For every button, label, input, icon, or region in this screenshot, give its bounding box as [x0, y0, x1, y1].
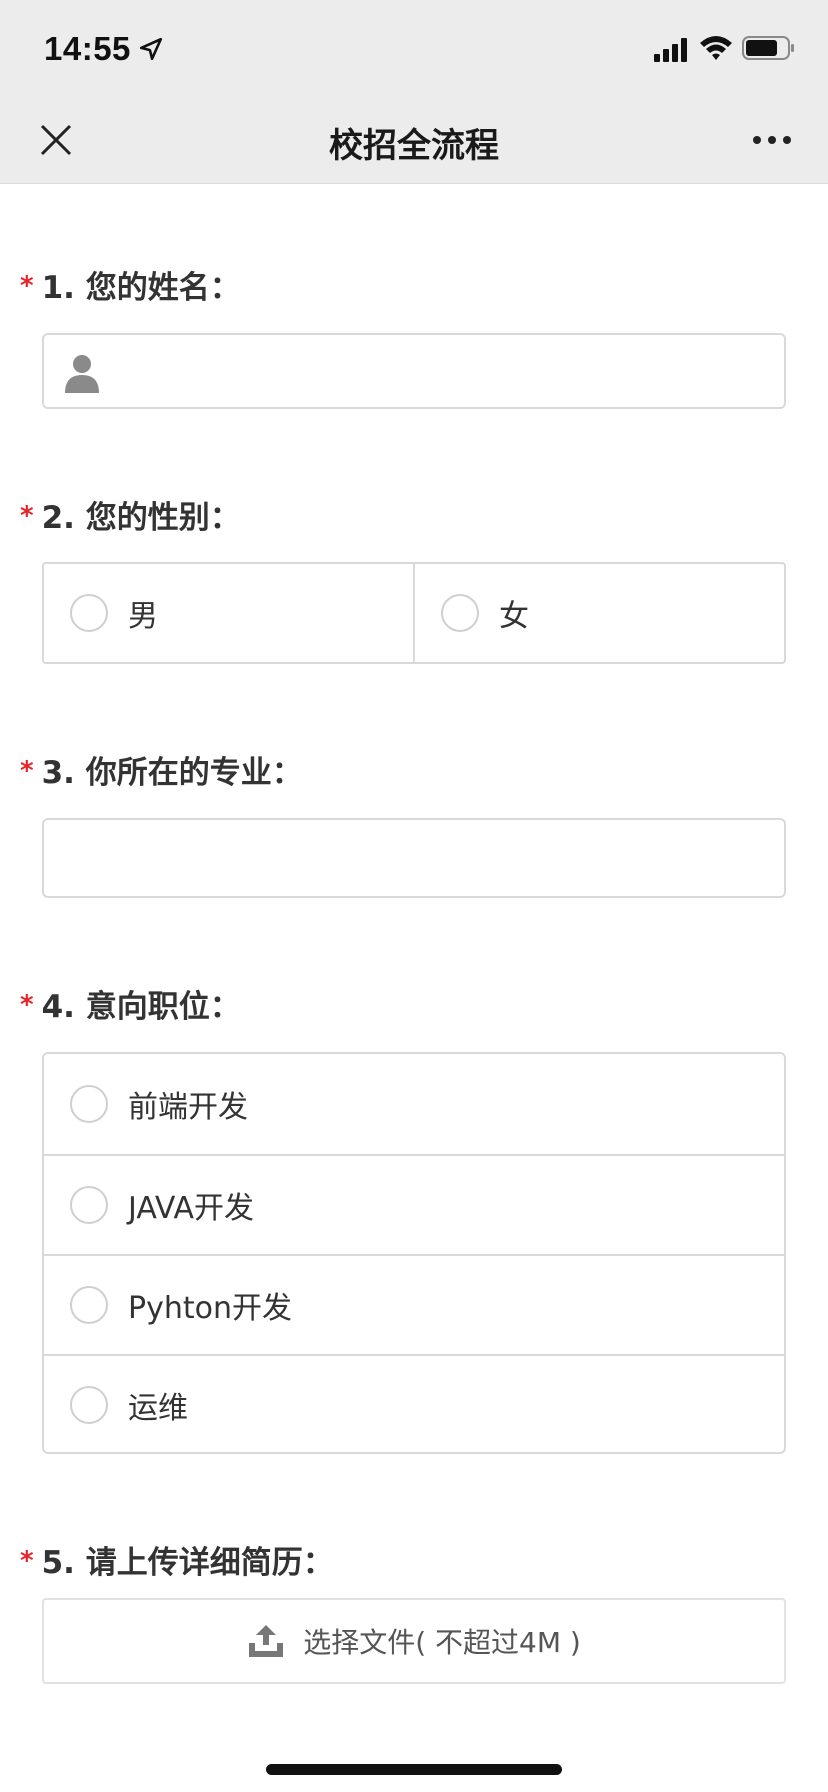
option-label: JAVA开发	[128, 1191, 255, 1226]
status-time: 14:55	[44, 30, 131, 67]
resume-upload-button[interactable]: 选择文件( 不超过4M )	[42, 1598, 786, 1684]
upload-label: 选择文件( 不超过4M )	[303, 1626, 581, 1659]
major-field[interactable]	[42, 818, 786, 898]
name-field[interactable]	[42, 333, 786, 409]
question-label-gender: * 2. 您的性别：	[20, 492, 241, 537]
name-input[interactable]	[44, 335, 784, 407]
option-label: 男	[128, 599, 158, 634]
position-option-frontend[interactable]: 前端开发	[44, 1054, 784, 1154]
upload-icon	[249, 1625, 284, 1657]
question-text: 5. 请上传详细简历：	[41, 1545, 334, 1581]
position-option-ops[interactable]: 运维	[44, 1354, 784, 1452]
gender-radio-group: 男 女	[42, 562, 786, 664]
gender-option-female[interactable]: 女	[413, 564, 784, 662]
question-label-resume: * 5. 请上传详细简历：	[20, 1537, 334, 1582]
status-bar: 14:55	[0, 0, 828, 96]
question-text: 1. 您的姓名：	[41, 270, 241, 306]
option-label: 女	[499, 599, 529, 634]
signal-icon	[654, 38, 687, 62]
question-label-name: * 1. 您的姓名：	[20, 262, 241, 307]
wifi-icon	[700, 36, 732, 60]
required-mark: *	[20, 756, 34, 786]
radio-button[interactable]	[70, 1186, 108, 1224]
required-mark: *	[20, 501, 34, 531]
position-option-java[interactable]: JAVA开发	[44, 1154, 784, 1254]
radio-button[interactable]	[70, 1085, 108, 1123]
option-label: 运维	[128, 1391, 188, 1426]
location-arrow-icon	[139, 37, 163, 61]
major-input[interactable]	[44, 820, 784, 896]
required-mark: *	[20, 990, 34, 1020]
required-mark: *	[20, 271, 34, 301]
home-indicator	[266, 1764, 562, 1775]
question-text: 4. 意向职位：	[41, 989, 241, 1025]
radio-button[interactable]	[70, 1386, 108, 1424]
position-radio-group: 前端开发 JAVA开发 Pyhton开发 运维	[42, 1052, 786, 1454]
battery-icon	[742, 36, 794, 60]
radio-button[interactable]	[70, 594, 108, 632]
radio-button[interactable]	[70, 1286, 108, 1324]
page-title: 校招全流程	[329, 126, 499, 166]
question-label-position: * 4. 意向职位：	[20, 981, 241, 1026]
person-icon	[65, 355, 99, 393]
position-option-python[interactable]: Pyhton开发	[44, 1254, 784, 1354]
more-button[interactable]	[746, 118, 798, 162]
more-icon	[753, 136, 791, 144]
option-label: 前端开发	[128, 1090, 248, 1125]
option-label: Pyhton开发	[128, 1291, 292, 1326]
question-text: 2. 您的性别：	[41, 500, 241, 536]
gender-option-male[interactable]: 男	[44, 564, 413, 662]
radio-button[interactable]	[441, 594, 479, 632]
question-label-major: * 3. 你所在的专业：	[20, 747, 303, 792]
nav-bar: 校招全流程	[0, 96, 828, 184]
question-text: 3. 你所在的专业：	[41, 755, 303, 791]
required-mark: *	[20, 1546, 34, 1576]
